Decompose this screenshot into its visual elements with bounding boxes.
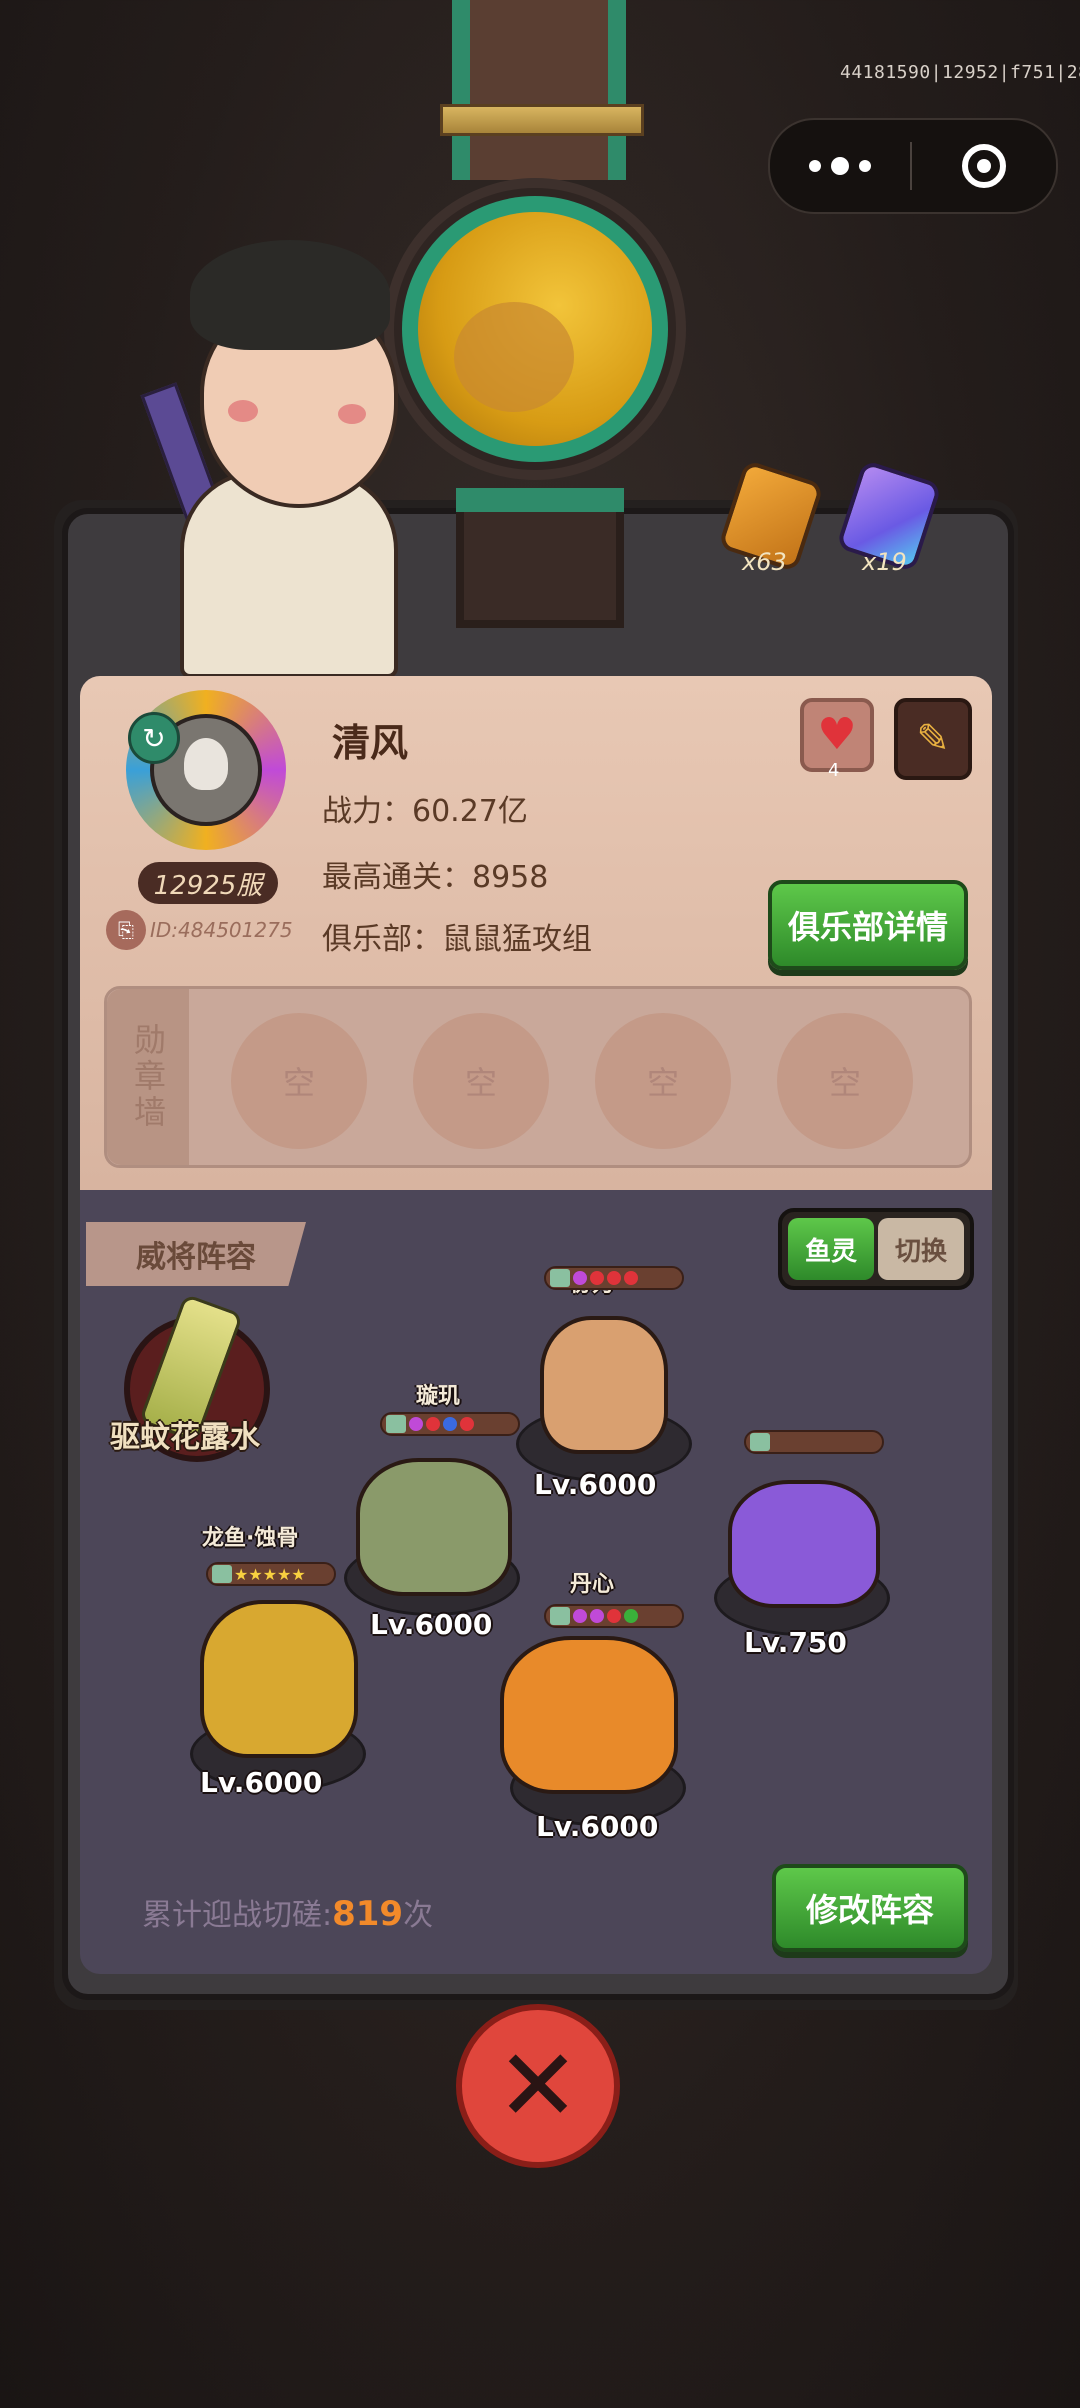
more-dots-icon[interactable] xyxy=(770,120,910,212)
unit-name: 丹心 xyxy=(570,1572,615,1597)
lineup-toggle[interactable]: 鱼灵 切换 xyxy=(778,1208,974,1290)
battle-count-label: 累计迎战切磋: xyxy=(142,1898,333,1933)
unit-name: 璇玑 xyxy=(416,1384,461,1409)
unit-xuanji-bar xyxy=(380,1412,520,1436)
unit-danxin-bar xyxy=(544,1604,684,1628)
medal-slot[interactable]: 空 xyxy=(413,1013,549,1149)
strap xyxy=(452,0,626,180)
combat-power: 战力：60.27亿 xyxy=(322,794,528,829)
battle-count-number: 819 xyxy=(332,1894,404,1934)
like-count: 4 xyxy=(828,760,840,781)
close-icon: ✕ xyxy=(496,2027,580,2144)
unit-750[interactable]: Lv.750 xyxy=(700,1420,900,1660)
miniprogram-capsule xyxy=(768,118,1058,214)
debug-text: 44181590|12952|f751|28 xyxy=(840,62,1080,83)
battle-count-unit: 次 xyxy=(403,1898,434,1933)
unit-level: Lv.6000 xyxy=(534,1468,657,1501)
target-icon[interactable] xyxy=(912,144,1056,188)
toggle-switch[interactable]: 切换 xyxy=(878,1218,964,1280)
hero-cheek xyxy=(338,404,366,424)
copy-id-icon[interactable]: ⎘ xyxy=(106,910,146,950)
unit-xieli[interactable]: 协力 Lv.6000 xyxy=(500,1266,700,1506)
purple-gem-count: x19 xyxy=(862,548,907,576)
medal-slot[interactable]: 空 xyxy=(231,1013,367,1149)
toggle-fish-spirit[interactable]: 鱼灵 xyxy=(788,1218,874,1280)
club-name: 俱乐部：鼠鼠猛攻组 xyxy=(322,922,592,957)
medallion-connector xyxy=(456,488,624,628)
club-detail-button[interactable]: 俱乐部详情 xyxy=(768,880,968,970)
strap-band xyxy=(440,104,644,136)
unit-xieli-bar xyxy=(544,1266,684,1290)
gold-gem-count: x63 xyxy=(742,548,787,576)
medal-slot[interactable]: 空 xyxy=(777,1013,913,1149)
player-name: 清风 xyxy=(332,721,409,765)
close-button[interactable]: ✕ xyxy=(456,2004,620,2168)
medal-wall-label: 勋章墙 xyxy=(107,989,189,1165)
lineup-tag: 威将阵容 xyxy=(86,1222,306,1286)
heart-icon: ♥ xyxy=(817,709,857,760)
hero-hair xyxy=(190,240,390,350)
unit-750-bar xyxy=(744,1430,884,1454)
unit-level: Lv.6000 xyxy=(536,1810,659,1843)
medal-wall: 勋章墙 空 空 空 空 xyxy=(104,986,972,1168)
unit-level: Lv.750 xyxy=(744,1626,847,1659)
edit-lineup-button[interactable]: 修改阵容 xyxy=(772,1864,968,1952)
unit-name: 龙鱼·蚀骨 xyxy=(202,1526,299,1551)
max-stage: 最高通关：8958 xyxy=(322,860,549,895)
battle-count: 累计迎战切磋:819次 xyxy=(142,1890,433,1934)
player-id: ID:484501275 xyxy=(150,918,293,942)
unit-level: Lv.6000 xyxy=(200,1766,323,1799)
medallion-portrait xyxy=(418,212,652,446)
hero-cheek xyxy=(228,400,258,422)
medal-slot[interactable]: 空 xyxy=(595,1013,731,1149)
book-icon[interactable]: ✎ xyxy=(894,698,972,780)
unit-longyu-bar: ★★★★★ xyxy=(206,1562,336,1586)
refresh-icon[interactable]: ↻ xyxy=(128,712,180,764)
item-name: 驱蚊花露水 xyxy=(110,1420,260,1455)
server-badge: 12925服 xyxy=(138,862,278,904)
